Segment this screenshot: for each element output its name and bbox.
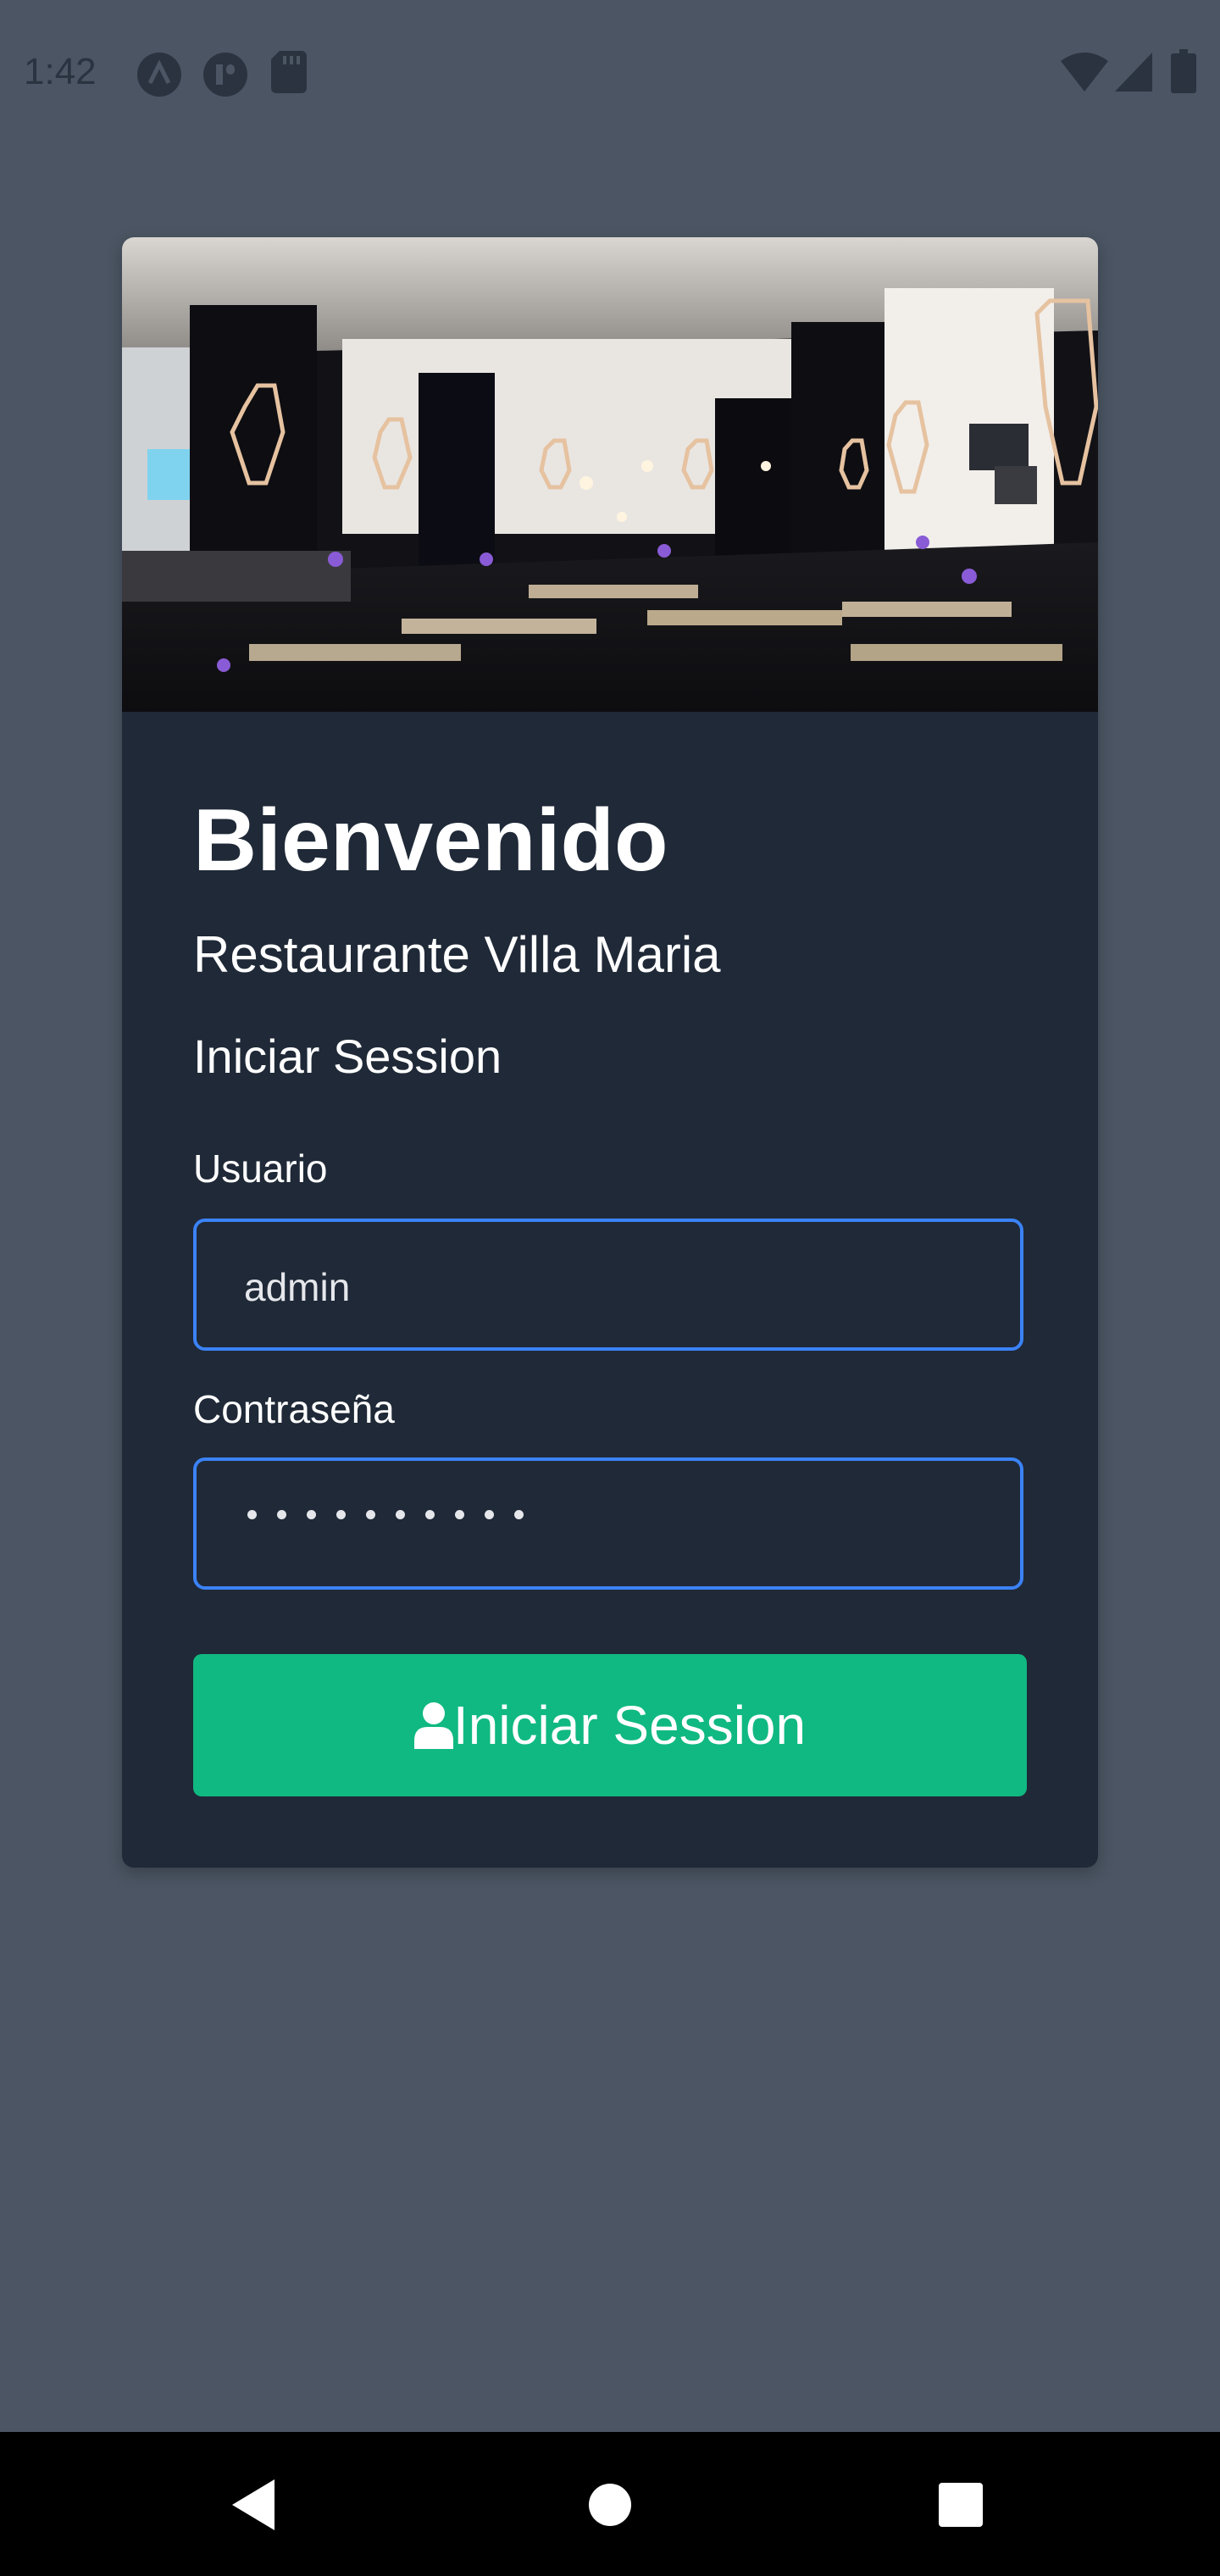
signal-icon: [1115, 53, 1152, 92]
login-card: Bienvenido Restaurante Villa Maria Inici…: [122, 237, 1098, 1868]
wifi-icon: [1061, 53, 1108, 92]
password-dot: [514, 1510, 524, 1519]
status-bar: 1:42: [0, 0, 1220, 144]
password-dot: [455, 1510, 464, 1519]
password-dot: [307, 1510, 316, 1519]
home-icon[interactable]: [588, 2483, 632, 2527]
username-input[interactable]: admin: [193, 1219, 1023, 1351]
app-a-icon: [137, 53, 181, 97]
app-p-icon: [203, 53, 247, 97]
section-title: Iniciar Session: [193, 1030, 502, 1083]
restaurant-interior-image: [122, 237, 1098, 712]
username-value: admin: [244, 1265, 351, 1309]
password-dot: [485, 1510, 494, 1519]
password-dot: [247, 1510, 257, 1519]
password-input[interactable]: [193, 1457, 1023, 1590]
password-dot: [277, 1510, 286, 1519]
password-dot: [425, 1510, 435, 1519]
password-dot: [396, 1510, 405, 1519]
page-title: Bienvenido: [193, 791, 668, 890]
sd-card-icon: [271, 51, 307, 93]
username-label: Usuario: [193, 1146, 328, 1191]
user-icon: [413, 1702, 453, 1749]
password-dot: [366, 1510, 375, 1519]
password-mask: [247, 1510, 524, 1519]
password-label: Contraseña: [193, 1387, 395, 1431]
back-icon[interactable]: [232, 2479, 276, 2530]
password-dot: [336, 1510, 346, 1519]
status-time: 1:42: [24, 51, 97, 92]
login-button[interactable]: Iniciar Session: [193, 1654, 1027, 1796]
recents-icon[interactable]: [939, 2483, 983, 2527]
login-button-label: Iniciar Session: [452, 1695, 807, 1756]
battery-icon: [1171, 49, 1196, 93]
restaurant-name: Restaurante Villa Maria: [193, 926, 721, 983]
navigation-bar: [0, 2432, 1220, 2576]
